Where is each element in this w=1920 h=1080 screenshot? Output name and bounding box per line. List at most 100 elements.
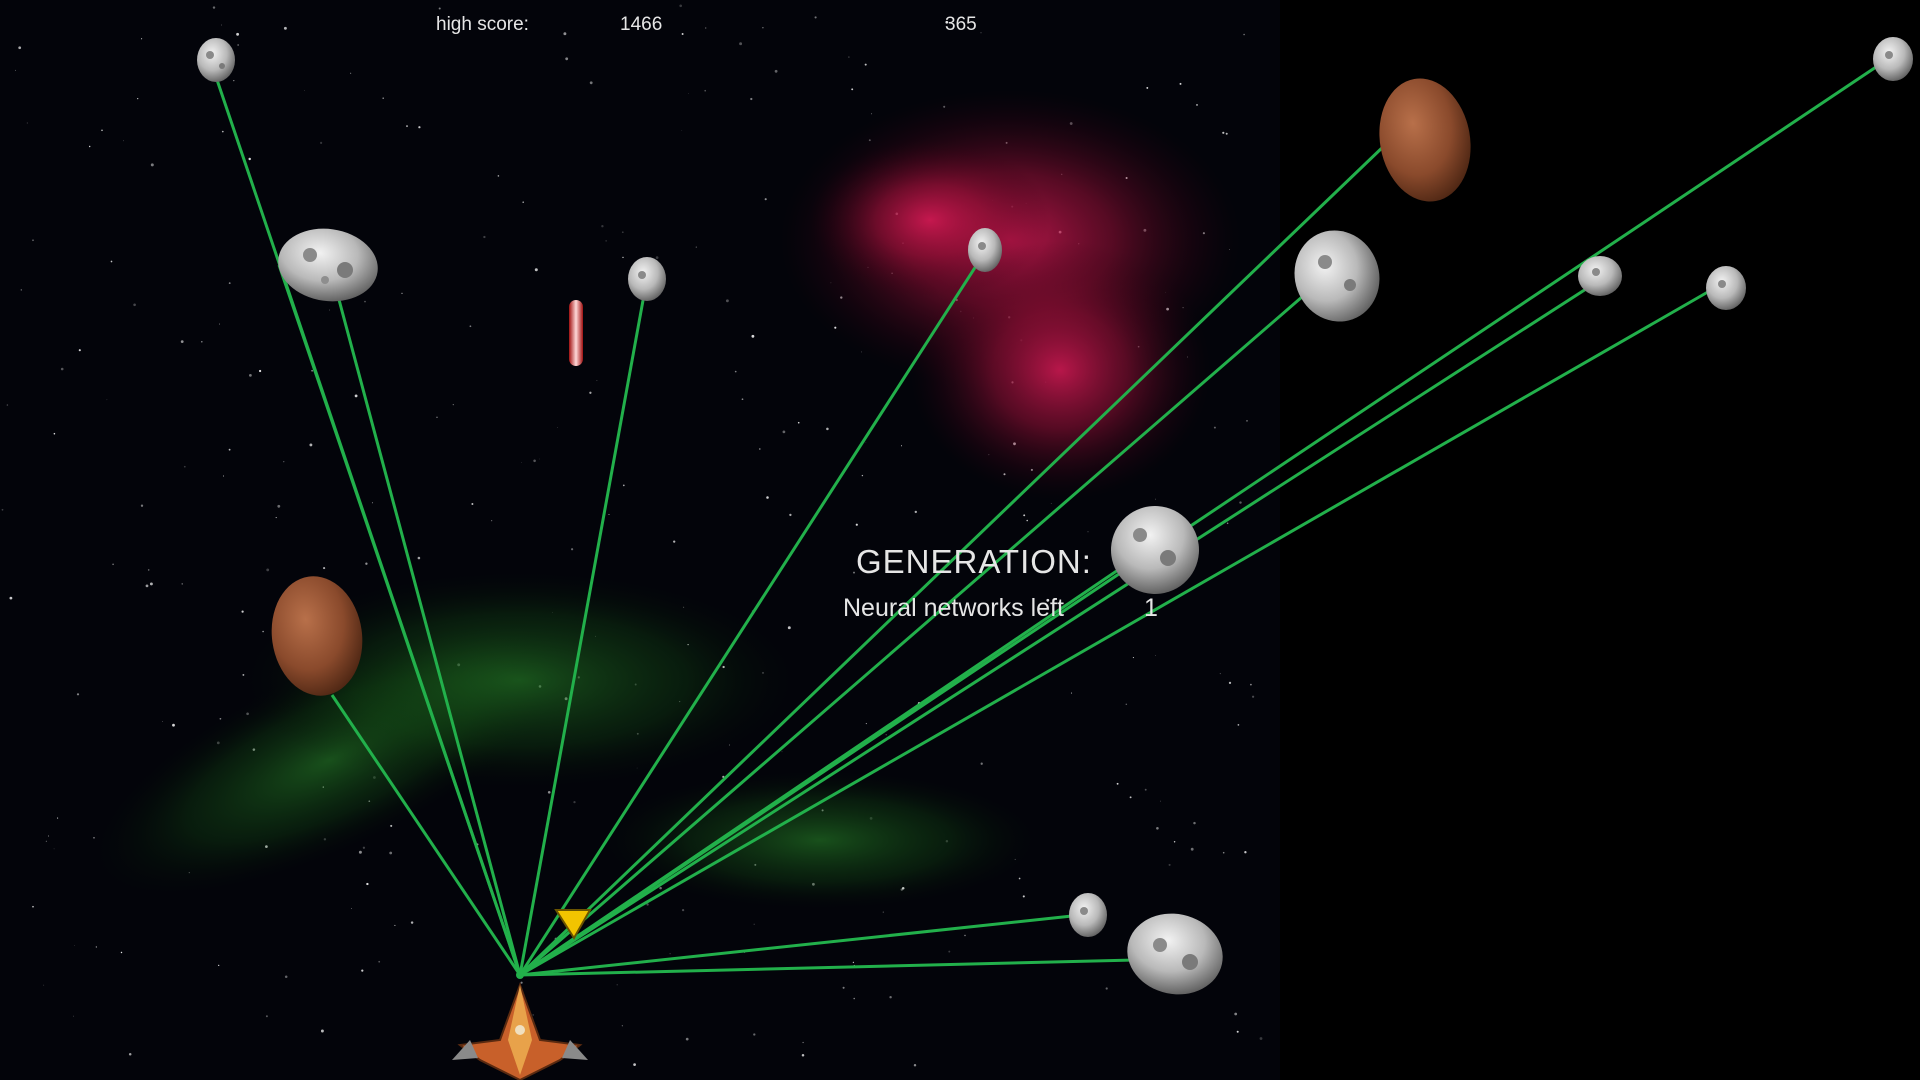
star — [1155, 654, 1156, 656]
star — [533, 459, 536, 463]
star — [1234, 1012, 1238, 1016]
star — [1125, 703, 1128, 706]
star — [172, 723, 175, 727]
star — [15, 69, 16, 71]
star — [547, 790, 551, 794]
star — [329, 309, 331, 311]
star — [112, 563, 114, 566]
star — [741, 398, 744, 401]
gray-asteroid-icon — [628, 257, 666, 301]
star — [89, 145, 91, 148]
star — [438, 7, 441, 10]
star — [532, 1014, 535, 1016]
star — [237, 44, 239, 46]
star — [948, 950, 951, 953]
star — [366, 882, 369, 886]
star — [762, 26, 764, 29]
star — [18, 46, 22, 50]
star — [275, 517, 277, 519]
star — [262, 630, 264, 633]
star — [497, 175, 500, 177]
star — [140, 504, 144, 507]
star — [223, 475, 224, 477]
gray-asteroid-icon — [968, 228, 1002, 272]
star — [766, 496, 769, 499]
gray-asteroid-icon — [197, 38, 235, 82]
star — [401, 292, 403, 295]
star — [221, 130, 224, 133]
star — [358, 850, 362, 854]
star — [76, 693, 80, 696]
laser-bolt-icon — [569, 300, 583, 366]
star — [183, 465, 186, 468]
star — [980, 32, 982, 34]
star — [1132, 657, 1134, 659]
star — [596, 379, 598, 381]
star — [406, 125, 408, 128]
star — [320, 1029, 324, 1033]
star — [571, 548, 574, 551]
star — [758, 448, 761, 450]
star — [284, 975, 288, 979]
star — [679, 4, 683, 8]
star — [1222, 851, 1225, 854]
star — [1244, 851, 1247, 854]
star — [201, 340, 203, 343]
star — [1087, 531, 1089, 533]
star — [277, 504, 281, 508]
star — [913, 1063, 917, 1067]
star — [750, 97, 753, 101]
star — [120, 951, 123, 954]
star — [739, 42, 743, 46]
star — [725, 299, 729, 303]
star — [563, 32, 567, 36]
star — [351, 908, 352, 909]
star — [1236, 1030, 1239, 1033]
star — [826, 427, 829, 431]
star — [1023, 514, 1026, 517]
star — [53, 432, 56, 435]
star — [1196, 103, 1198, 106]
star — [753, 923, 755, 925]
star — [219, 323, 220, 325]
star — [323, 567, 326, 570]
star — [688, 93, 689, 94]
star — [491, 520, 493, 522]
current-score: 365 — [945, 14, 977, 35]
star — [26, 122, 28, 124]
star — [141, 38, 143, 40]
star — [410, 921, 414, 924]
gray-asteroid-icon — [1873, 37, 1913, 81]
star — [483, 235, 486, 239]
star — [964, 934, 966, 937]
star — [53, 848, 55, 850]
star — [147, 569, 150, 571]
star — [221, 24, 222, 26]
star — [1144, 788, 1147, 791]
star — [45, 840, 47, 842]
star — [621, 231, 624, 234]
star — [181, 583, 183, 585]
star — [734, 370, 737, 373]
star — [589, 81, 593, 85]
star — [74, 944, 75, 946]
star — [889, 995, 892, 999]
star — [616, 984, 618, 986]
star — [871, 113, 873, 115]
star — [669, 953, 671, 955]
star — [521, 462, 522, 463]
star — [236, 32, 240, 36]
star — [123, 140, 124, 142]
star — [520, 981, 523, 984]
star — [1168, 863, 1171, 866]
star — [589, 391, 592, 394]
star — [78, 349, 81, 352]
star — [1146, 86, 1149, 89]
star — [241, 610, 244, 613]
star — [1252, 695, 1255, 698]
star — [1026, 519, 1028, 522]
star — [32, 239, 34, 242]
star — [418, 126, 421, 129]
star — [133, 303, 136, 307]
star — [95, 946, 97, 948]
